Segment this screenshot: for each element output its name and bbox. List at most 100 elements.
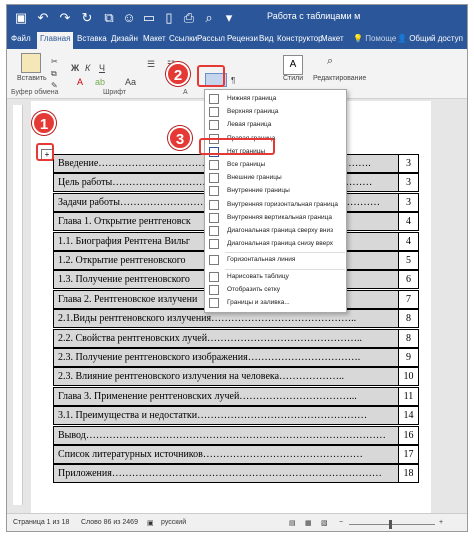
tab-file[interactable]: Файл bbox=[11, 34, 31, 43]
language[interactable]: русский bbox=[161, 519, 186, 526]
menu-item-bottom-border[interactable]: Нижняя граница bbox=[205, 93, 346, 106]
tab-view[interactable]: Вид bbox=[259, 34, 273, 43]
refresh-icon[interactable]: ↻ bbox=[79, 10, 95, 26]
toc-entry-text[interactable]: 2.3. Влияние рентгеновского излучения на… bbox=[53, 367, 399, 387]
toc-entry-text[interactable]: 2.3. Получение рентгеновского изображени… bbox=[53, 348, 399, 367]
toc-page-number[interactable]: 11 bbox=[399, 386, 419, 406]
menu-item-left-border[interactable]: Левая граница bbox=[205, 119, 346, 132]
tab-references[interactable]: Ссылки bbox=[169, 34, 197, 43]
search-icon[interactable]: ⌕ bbox=[327, 55, 333, 68]
menu-item-horizontal-line[interactable]: Горизонтальная линия bbox=[205, 254, 346, 267]
help-search[interactable]: 💡 Помоще bbox=[353, 34, 396, 43]
cut-icon[interactable]: ✂ bbox=[51, 57, 58, 66]
undo-icon[interactable]: ↶ bbox=[35, 10, 51, 26]
tab-table-design[interactable]: Конструктор bbox=[277, 34, 323, 43]
toc-page-number[interactable]: 18 bbox=[399, 464, 419, 484]
menu-item-diagonal-up[interactable]: Диагональная граница снизу вверх bbox=[205, 238, 346, 251]
zoom-in-button[interactable]: + bbox=[439, 519, 443, 526]
preview-icon[interactable]: ⌕ bbox=[201, 10, 217, 26]
word-count[interactable]: Слово 86 из 2469 bbox=[81, 519, 138, 526]
toc-page-number[interactable]: 7 bbox=[399, 289, 419, 309]
toc-row[interactable]: 3.1. Преимущества и недостатки…………………………… bbox=[53, 406, 419, 426]
menu-item-label: Верхняя граница bbox=[227, 108, 279, 116]
toc-row[interactable]: Список литературных источников…………………………… bbox=[53, 445, 419, 464]
toc-page-number[interactable]: 4 bbox=[399, 231, 419, 251]
toc-row[interactable]: 2.3. Влияние рентгеновского излучения на… bbox=[53, 367, 419, 387]
toc-page-number[interactable]: 3 bbox=[399, 192, 419, 212]
toc-page-number[interactable]: 8 bbox=[399, 328, 419, 348]
paste-icon[interactable] bbox=[21, 53, 41, 73]
toc-page-number[interactable]: 17 bbox=[399, 445, 419, 464]
menu-item-diagonal-down[interactable]: Диагональная граница сверху вниз bbox=[205, 225, 346, 238]
pilcrow-icon[interactable]: ¶ bbox=[231, 76, 235, 85]
toc-entry-text[interactable]: Список литературных источников…………………………… bbox=[53, 445, 399, 464]
toc-page-number[interactable]: 16 bbox=[399, 425, 419, 445]
toc-page-number[interactable]: 3 bbox=[399, 154, 419, 173]
toc-entry-text[interactable]: Вывод……………………………………………………………………………… bbox=[53, 425, 399, 445]
toc-page-number[interactable]: 6 bbox=[399, 270, 419, 290]
smiley-icon[interactable]: ☺ bbox=[121, 10, 137, 26]
menu-item-all-borders[interactable]: Все границы bbox=[205, 159, 346, 172]
tab-table-layout[interactable]: Макет bbox=[321, 34, 344, 43]
zoom-out-button[interactable]: − bbox=[339, 519, 343, 526]
tab-mailings[interactable]: Рассыл bbox=[197, 34, 225, 43]
menu-item-inside-horizontal[interactable]: Внутренняя горизонтальная граница bbox=[205, 199, 346, 212]
zoom-slider[interactable] bbox=[349, 524, 435, 525]
highlight-icon[interactable]: ab bbox=[95, 77, 105, 87]
web-layout-icon[interactable]: ▧ bbox=[321, 519, 328, 527]
toc-page-number[interactable]: 14 bbox=[399, 406, 419, 426]
zoom-thumb[interactable] bbox=[389, 520, 392, 529]
save-icon[interactable]: ▣ bbox=[13, 10, 29, 26]
styles-icon[interactable]: A bbox=[283, 55, 303, 75]
page-count[interactable]: Страница 1 из 18 bbox=[13, 519, 69, 526]
toc-row[interactable]: Глава 3. Применение рентгеновских лучей…… bbox=[53, 386, 419, 406]
styles-label[interactable]: Стили bbox=[283, 75, 303, 82]
toc-page-number[interactable]: 9 bbox=[399, 348, 419, 367]
new-doc-icon[interactable]: ▯ bbox=[161, 10, 177, 26]
tab-home[interactable]: Главная bbox=[37, 32, 74, 49]
italic-icon[interactable]: К bbox=[85, 63, 90, 73]
toc-row[interactable]: Вывод……………………………………………………………………………… 16 bbox=[53, 425, 419, 445]
menu-item-view-gridlines[interactable]: Отобразить сетку bbox=[205, 284, 346, 297]
toc-page-number[interactable]: 3 bbox=[399, 173, 419, 193]
font-color-icon[interactable]: A bbox=[77, 77, 83, 87]
menu-item-top-border[interactable]: Верхняя граница bbox=[205, 106, 346, 119]
toc-row[interactable]: 2.2. Свойства рентгеновских лучей…………………… bbox=[53, 328, 419, 348]
menu-item-label: Диагональная граница сверху вниз bbox=[227, 227, 334, 234]
font-size-icon[interactable]: Aa bbox=[125, 77, 136, 87]
toc-page-number[interactable]: 8 bbox=[399, 309, 419, 329]
copy-clip-icon[interactable]: ⧉ bbox=[51, 69, 57, 79]
menu-item-borders-shading[interactable]: Границы и заливка... bbox=[205, 297, 346, 310]
tab-layout[interactable]: Макет bbox=[143, 34, 166, 43]
tab-insert[interactable]: Вставка bbox=[77, 34, 107, 43]
menu-item-draw-table[interactable]: Нарисовать таблицу bbox=[205, 271, 346, 284]
bold-icon[interactable]: Ж bbox=[71, 63, 79, 73]
folder-icon[interactable]: ▭ bbox=[141, 10, 157, 26]
menu-item-inside-borders[interactable]: Внутренние границы bbox=[205, 185, 346, 198]
share-button[interactable]: 👤 Общий доступ bbox=[397, 34, 463, 43]
toc-entry-text[interactable]: Глава 3. Применение рентгеновских лучей…… bbox=[53, 386, 399, 406]
redo-icon[interactable]: ↷ bbox=[57, 10, 73, 26]
toc-entry-text[interactable]: 3.1. Преимущества и недостатки…………………………… bbox=[53, 406, 399, 426]
customize-icon[interactable]: ▾ bbox=[221, 10, 237, 26]
editing-label[interactable]: Редактирование bbox=[313, 75, 366, 82]
paste-button-label[interactable]: Вставить bbox=[17, 75, 47, 82]
tab-review[interactable]: Рецензи bbox=[227, 34, 258, 43]
copy-icon[interactable]: ⧉ bbox=[101, 10, 117, 26]
toc-row[interactable]: Приложения……………………………………………………………………… 18 bbox=[53, 464, 419, 484]
print-icon[interactable]: ⎙ bbox=[181, 10, 197, 26]
toc-row[interactable]: 2.3. Получение рентгеновского изображени… bbox=[53, 348, 419, 367]
print-layout-icon[interactable]: ▦ bbox=[305, 519, 312, 527]
toc-entry-text[interactable]: Приложения……………………………………………………………………… bbox=[53, 464, 399, 484]
bullets-icon[interactable]: ☰ bbox=[147, 59, 155, 70]
toc-page-number[interactable]: 5 bbox=[399, 251, 419, 270]
toc-page-number[interactable]: 4 bbox=[399, 212, 419, 232]
read-mode-icon[interactable]: ▤ bbox=[289, 519, 296, 527]
toc-page-number[interactable]: 10 bbox=[399, 367, 419, 387]
underline-icon[interactable]: Ч bbox=[99, 63, 105, 73]
menu-item-inside-vertical[interactable]: Внутренняя вертикальная граница bbox=[205, 212, 346, 225]
tab-design[interactable]: Дизайн bbox=[111, 34, 138, 43]
proofing-icon[interactable]: ▣ bbox=[147, 519, 154, 527]
menu-item-outside-borders[interactable]: Внешние границы bbox=[205, 172, 346, 185]
toc-entry-text[interactable]: 2.2. Свойства рентгеновских лучей…………………… bbox=[53, 328, 399, 348]
